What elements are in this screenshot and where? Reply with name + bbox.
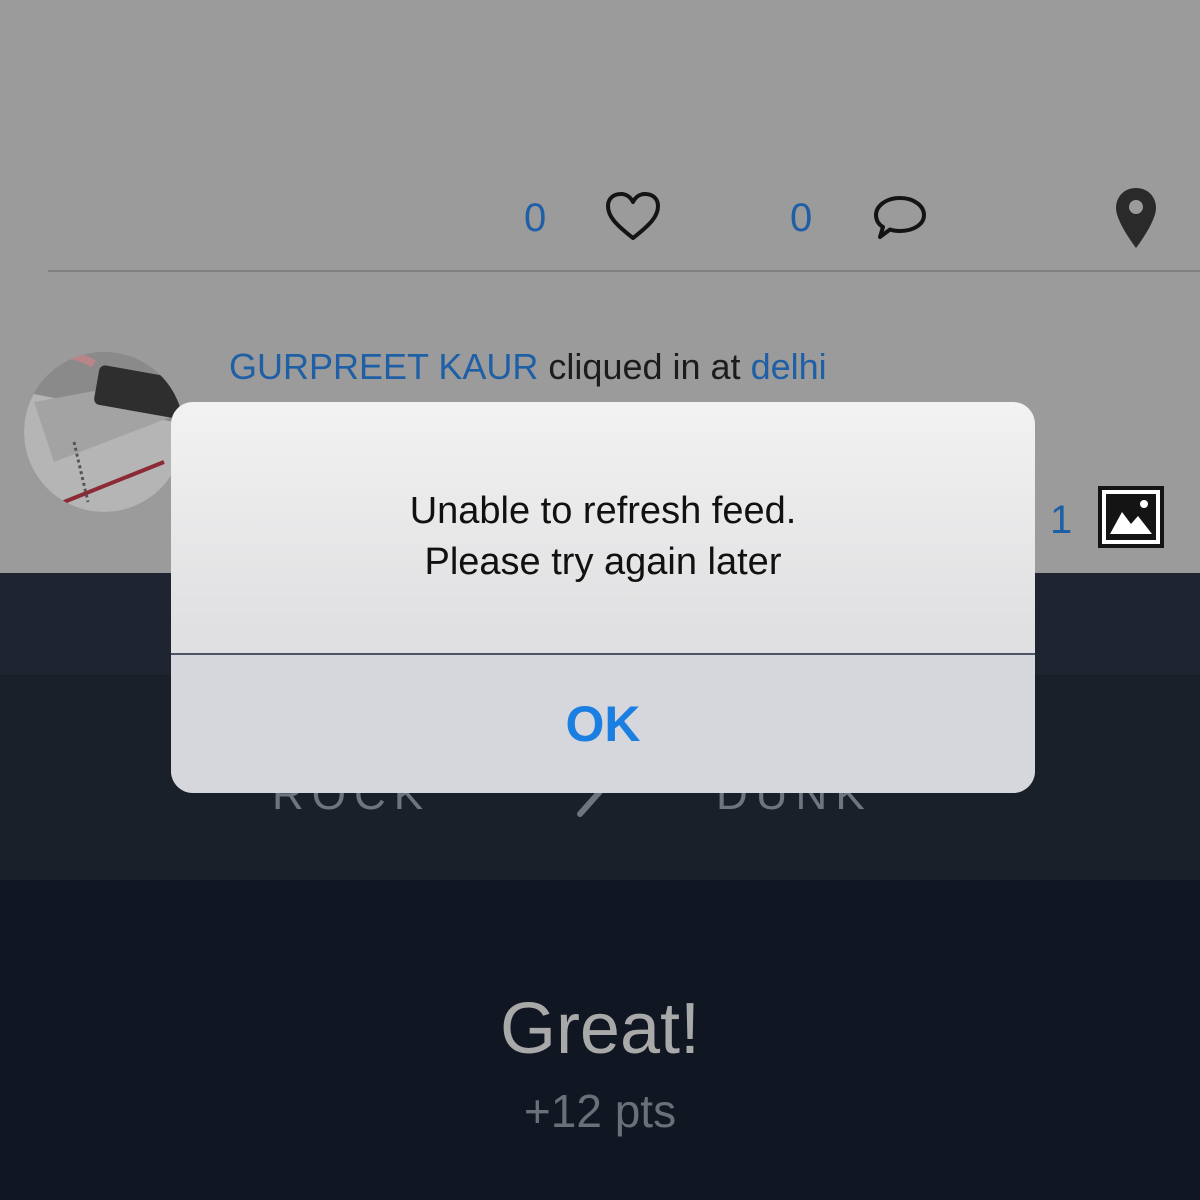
ok-button-label: OK	[565, 696, 641, 752]
map-pin-icon[interactable]	[1114, 186, 1158, 250]
place-link[interactable]: delhi	[751, 346, 827, 387]
comment-count: 0	[790, 196, 813, 240]
post-action-text: cliqued in at	[548, 346, 741, 387]
feed-divider	[48, 270, 1200, 272]
ok-button[interactable]: OK	[171, 655, 1035, 793]
heart-icon[interactable]	[605, 192, 661, 242]
user-name-link[interactable]: GURPREET KAUR	[229, 346, 538, 387]
alert-message-line-1: Unable to refresh feed.	[409, 490, 797, 532]
post-stats-row: 0 0	[0, 180, 1200, 260]
result-points: +12 pts	[523, 1085, 677, 1137]
alert-message-line-2: Please try again later	[424, 541, 782, 583]
like-count: 0	[524, 196, 547, 240]
avatar[interactable]	[24, 352, 184, 512]
media-count: 1	[1050, 498, 1073, 542]
comment-icon[interactable]	[872, 194, 928, 242]
post-headline: GURPREET KAUR cliqued in at delhi	[229, 346, 827, 388]
error-alert-dialog: Unable to refresh feed. Please try again…	[171, 402, 1035, 793]
image-icon[interactable]	[1098, 486, 1164, 548]
result-title: Great!	[499, 989, 701, 1069]
